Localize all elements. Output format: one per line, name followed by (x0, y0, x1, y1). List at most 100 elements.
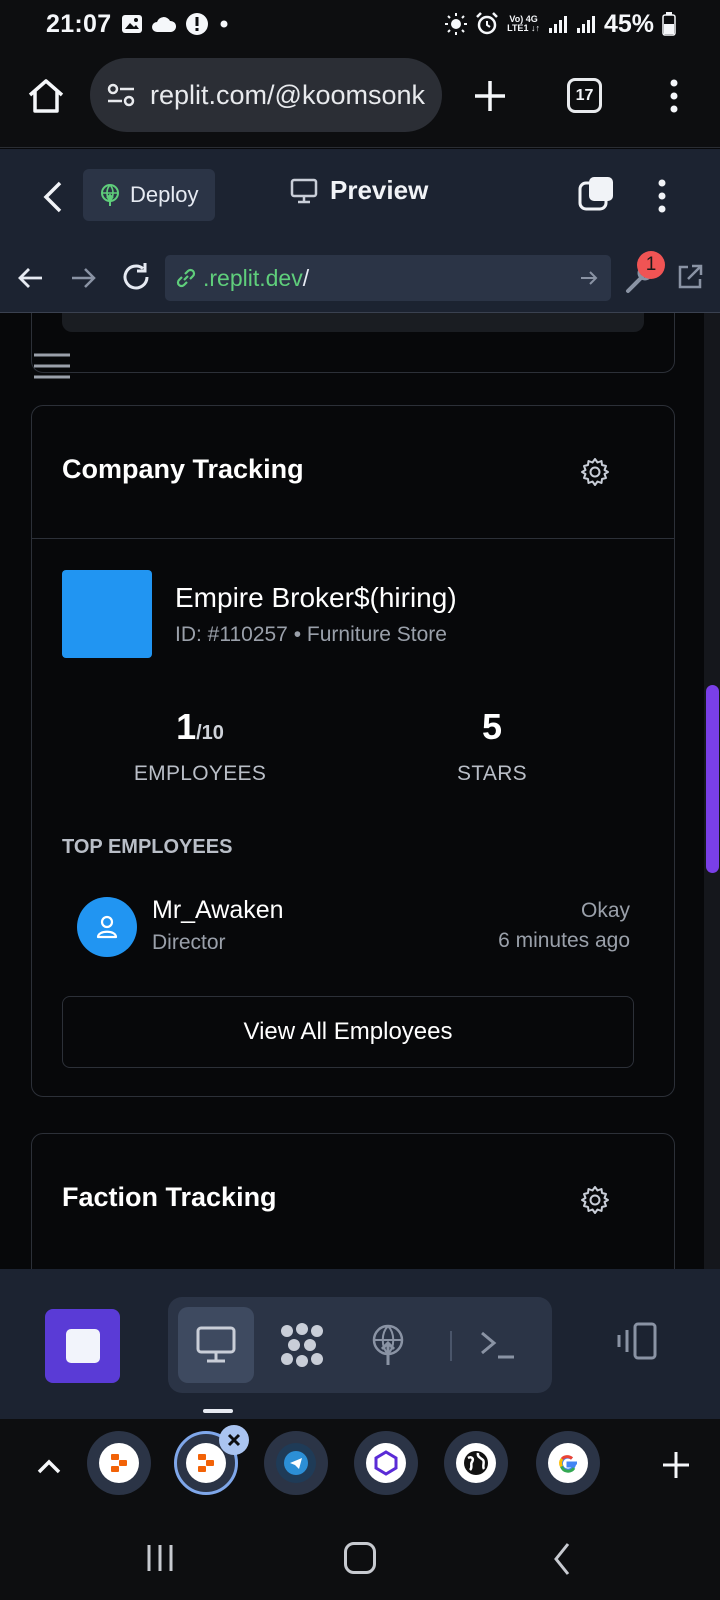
globe-icon (456, 1443, 496, 1483)
top-employees-heading: TOP EMPLOYEES (62, 836, 233, 858)
status-time: 21:07 (46, 9, 112, 38)
replit-bottom-toolbar (0, 1269, 720, 1419)
site-settings-icon[interactable] (106, 82, 136, 108)
preview-content: Company Tracking Empire Broker$(hiring) … (0, 313, 720, 1269)
gear-icon[interactable] (580, 1185, 610, 1215)
back-chevron-icon[interactable] (40, 179, 66, 215)
agent-icon (281, 1323, 323, 1367)
nav-back-icon[interactable] (16, 263, 46, 293)
browser-menu-icon[interactable] (664, 78, 684, 114)
company-name: Empire Broker$(hiring) (175, 582, 457, 613)
faction-tracking-title: Faction Tracking (62, 1182, 277, 1212)
tool-deployments[interactable] (350, 1307, 426, 1383)
company-tracking-title: Company Tracking (62, 454, 304, 484)
preview-tab-title: Preview (290, 175, 428, 206)
stars-label: STARS (457, 762, 527, 785)
tab-count-button[interactable]: 17 (567, 78, 602, 113)
google-icon (548, 1443, 588, 1483)
card-divider (32, 538, 674, 539)
view-all-employees-button[interactable]: View All Employees (62, 996, 634, 1068)
preview-address[interactable]: .replit.dev (203, 265, 303, 292)
previous-card (31, 313, 675, 373)
close-tab-icon[interactable] (219, 1425, 249, 1455)
tab-site-3[interactable] (264, 1431, 328, 1495)
gallery-icon (122, 15, 143, 33)
brightness-icon (445, 13, 468, 35)
network-type-label: Vo) 4G LTE1 ↓↑ (507, 15, 540, 33)
employees-stat: 1/10 EMPLOYEES (50, 706, 350, 786)
faction-tracking-card: Faction Tracking (31, 1133, 675, 1269)
monitor-icon (290, 178, 318, 203)
tab-google[interactable] (536, 1431, 600, 1495)
gear-icon[interactable] (580, 457, 610, 487)
company-meta: ID: #110257 • Furniture Store (175, 623, 447, 646)
employees-max: /10 (196, 722, 224, 744)
system-navigation-bar (0, 1521, 720, 1600)
preview-address-path[interactable]: / (303, 265, 309, 292)
battery-icon (662, 12, 676, 36)
terminal-icon (481, 1331, 514, 1359)
devtools-badge: 1 (637, 251, 665, 279)
browser-toolbar: replit.com/@koomsonk 17 (0, 48, 720, 148)
tool-separator (450, 1331, 452, 1361)
company-logo (62, 570, 152, 658)
stop-icon (65, 1329, 100, 1363)
user-icon (96, 915, 118, 939)
new-tab-icon[interactable] (472, 78, 508, 114)
avatar[interactable] (77, 897, 137, 957)
tool-agent[interactable] (264, 1307, 340, 1383)
alarm-icon (476, 12, 498, 35)
reload-icon[interactable] (120, 261, 152, 293)
tool-shell[interactable] (460, 1307, 536, 1383)
signal-icon-2 (576, 16, 595, 33)
open-external-icon[interactable] (676, 263, 704, 291)
active-tool-indicator (203, 1409, 233, 1413)
nav-forward-icon[interactable] (68, 263, 98, 293)
windows-icon[interactable] (578, 175, 616, 213)
preview-navigation: .replit.dev/ 1 (0, 245, 720, 313)
hexagon-icon (366, 1443, 406, 1483)
chevron-up-icon[interactable] (34, 1451, 64, 1481)
tab-site-4[interactable] (354, 1431, 418, 1495)
employees-label: EMPLOYEES (133, 762, 267, 785)
scrollbar-thumb[interactable] (706, 685, 719, 873)
hamburger-menu-icon[interactable] (33, 353, 71, 379)
telegram-icon (276, 1443, 316, 1483)
employees-count: 1 (176, 706, 197, 747)
cloud-icon (152, 17, 177, 32)
status-bar: 21:07 Vo) 4G LTE1 ↓↑ 45% (0, 0, 720, 48)
preview-label: Preview (330, 175, 429, 205)
tab-site-5[interactable] (444, 1431, 508, 1495)
stars-stat: 5 STARS (342, 706, 642, 786)
link-icon (176, 268, 196, 288)
url-text[interactable]: replit.com/@koomsonk (150, 80, 425, 111)
recents-icon[interactable] (145, 1543, 175, 1573)
employee-status: Okay (580, 899, 630, 922)
replit-menu-icon[interactable] (652, 177, 672, 215)
home-icon[interactable] (26, 76, 66, 116)
devices-icon (617, 1322, 657, 1360)
url-bar[interactable]: replit.com/@koomsonk (90, 58, 442, 132)
stop-button[interactable] (45, 1309, 120, 1383)
signal-icon (548, 16, 567, 33)
monitor-icon (196, 1326, 236, 1363)
tab-replit[interactable] (87, 1431, 151, 1495)
tool-group (168, 1297, 552, 1393)
add-tab-icon[interactable] (660, 1449, 692, 1481)
battery-percent: 45% (603, 9, 654, 38)
employee-name[interactable]: Mr_Awaken (152, 896, 284, 925)
deploy-label: Deploy (130, 182, 199, 207)
employee-last-seen: 6 minutes ago (498, 929, 630, 952)
replit-logo-icon (99, 1443, 139, 1483)
go-arrow-icon[interactable] (579, 268, 599, 288)
home-button-icon[interactable] (344, 1542, 376, 1574)
device-preview-button[interactable] (613, 1313, 663, 1369)
replit-logo-icon (186, 1443, 226, 1483)
status-notification-icons (121, 12, 231, 36)
preview-address-bar[interactable]: .replit.dev / (165, 255, 611, 301)
system-back-icon[interactable] (552, 1541, 572, 1577)
tool-preview[interactable] (178, 1307, 254, 1383)
deploy-icon (101, 184, 119, 206)
deploy-button[interactable]: Deploy (83, 169, 215, 221)
deploy-icon (372, 1324, 404, 1365)
